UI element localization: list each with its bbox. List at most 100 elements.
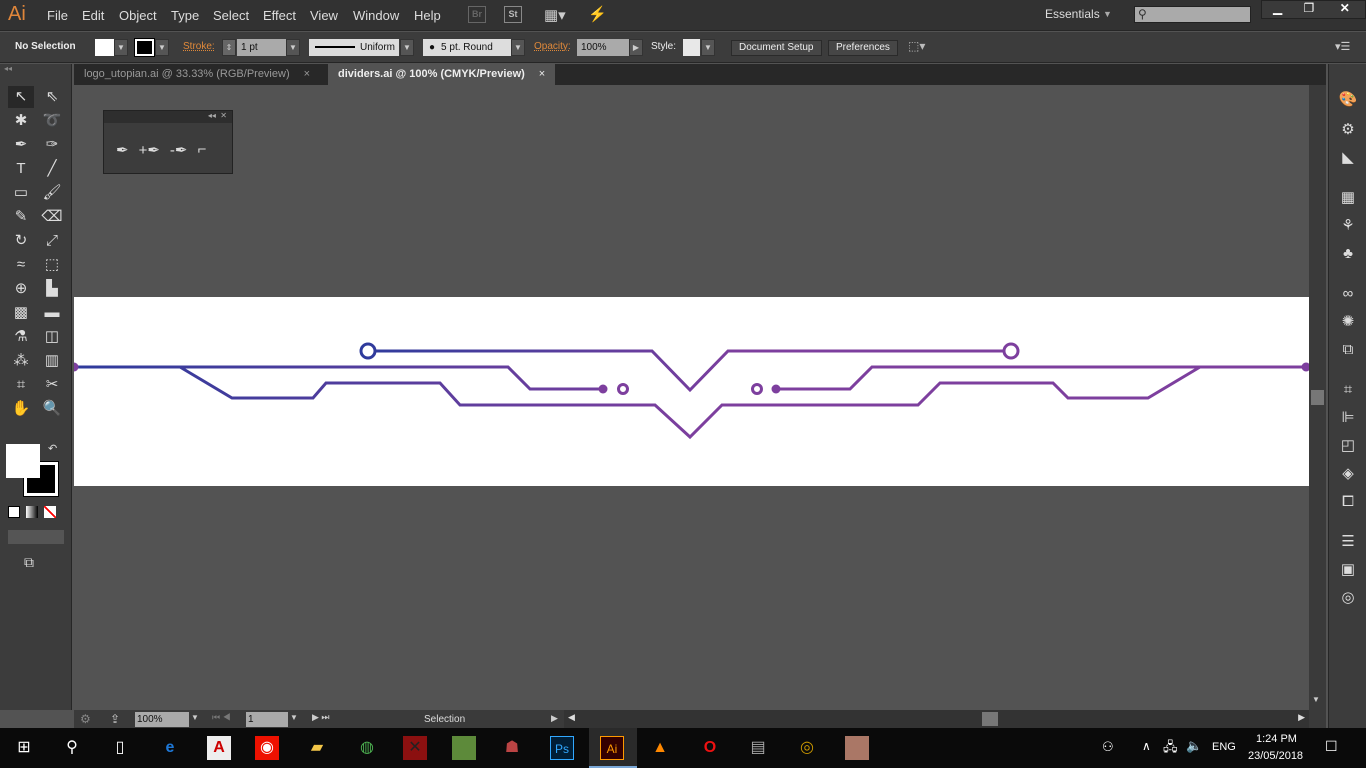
gradient-mode-icon[interactable] (26, 506, 38, 518)
clock-date[interactable]: 23/05/2018 (1248, 750, 1303, 762)
menu-file[interactable]: File (47, 8, 68, 23)
paintbrush-tool-icon[interactable]: 🖌 (39, 182, 65, 204)
start-button[interactable]: ⊞ (12, 736, 36, 760)
brush-definition[interactable]: ● 5 pt. Round (423, 39, 511, 56)
tray-chevron-icon[interactable]: ∧ (1142, 739, 1151, 753)
zoom-tool-icon[interactable]: 🔍 (39, 398, 65, 420)
transparency-icon[interactable]: ◎ (1338, 588, 1358, 608)
graph-tool-icon[interactable]: ▙ (39, 278, 65, 300)
app-icon[interactable]: ▤ (746, 736, 770, 760)
fill-dropdown[interactable]: ▼ (114, 39, 128, 56)
menu-effect[interactable]: Effect (263, 8, 296, 23)
free-transform-tool-icon[interactable]: ⬚ (39, 254, 65, 276)
pen-tool-icon[interactable]: ✒ (116, 141, 129, 159)
color-mode-icon[interactable] (8, 506, 20, 518)
artboard-number-input[interactable]: 1 (246, 712, 288, 727)
clock-time[interactable]: 1:24 PM (1256, 733, 1297, 745)
photoshop-icon[interactable]: Ps (550, 736, 574, 760)
rectangle-tool-icon[interactable]: ▭ (8, 182, 34, 204)
scroll-thumb[interactable] (1311, 390, 1324, 405)
artboard-dropdown[interactable]: ▼ (290, 713, 298, 722)
transform-icon[interactable]: ⌗ (1338, 380, 1358, 400)
first-artboard-icon[interactable]: ⏮ ◀ (212, 712, 231, 723)
hand-tool-icon[interactable]: ✋ (8, 398, 34, 420)
edge-icon[interactable]: e (158, 736, 182, 760)
restore-button[interactable]: ❐ (1293, 1, 1324, 18)
horizontal-scrollbar[interactable]: ◀ ▶ (564, 710, 1309, 728)
share-icon[interactable]: ⇪ (110, 712, 120, 726)
opacity-input[interactable]: 100% (577, 39, 629, 56)
line-tool-icon[interactable]: ╱ (39, 158, 65, 180)
scale-tool-icon[interactable]: ⤢ (39, 230, 65, 252)
blend-tool-icon[interactable]: ◫ (39, 326, 65, 348)
pencil-tool-icon[interactable]: ✎ (8, 206, 34, 228)
menu-window[interactable]: Window (353, 8, 399, 23)
gradient-tool-icon[interactable]: ▬ (39, 302, 65, 324)
flyout-header[interactable]: ◂◂ ✕ (104, 111, 232, 123)
app-icon-round[interactable]: ◎ (795, 736, 819, 760)
symbols-icon[interactable]: ♣ (1338, 244, 1358, 264)
artboard[interactable] (69, 297, 1311, 486)
symbol-sprayer-tool-icon[interactable]: ⁂ (8, 350, 34, 372)
zoom-input[interactable]: 100% (135, 712, 189, 727)
fill-color-front[interactable] (6, 444, 40, 478)
fill-swatch[interactable] (95, 39, 114, 56)
menu-select[interactable]: Select (213, 8, 249, 23)
vlc-icon[interactable]: ▲ (648, 736, 672, 760)
color-guide-icon[interactable]: ⚙ (1338, 120, 1358, 140)
bridge-button[interactable]: Br (468, 6, 486, 23)
isolate-icon[interactable]: ⬚▾ (908, 39, 925, 53)
close-tab-icon[interactable]: × (304, 68, 310, 80)
stroke-dropdown[interactable]: ▼ (155, 39, 169, 56)
delete-anchor-point-icon[interactable]: -✒ (170, 141, 188, 159)
warp-tool-icon[interactable]: ≈ (8, 254, 34, 276)
workspace-switcher[interactable]: Essentials (1045, 7, 1100, 21)
slice-tool-icon[interactable]: ✂ (39, 374, 65, 396)
file-explorer-icon[interactable]: ▰ (305, 736, 329, 760)
profile-dropdown[interactable]: ▼ (400, 39, 414, 56)
next-artboard-icon[interactable]: ▶ ⏭ (312, 712, 330, 723)
language-indicator[interactable]: ENG (1212, 741, 1236, 753)
add-anchor-point-icon[interactable]: +✒ (139, 141, 160, 159)
status-tool-label[interactable]: Selection (424, 714, 465, 725)
minimize-button[interactable]: ▁ (1262, 1, 1293, 18)
illustrator-icon[interactable]: Ai (600, 736, 624, 760)
menu-help[interactable]: Help (414, 8, 441, 23)
gradient-panel-icon[interactable]: ▣ (1338, 560, 1358, 580)
gpu-performance-icon[interactable]: ⚡ (588, 5, 607, 23)
stroke-weight-dropdown[interactable]: ▼ (286, 39, 300, 56)
menu-object[interactable]: Object (119, 8, 157, 23)
document-setup-button[interactable]: Document Setup (731, 40, 822, 56)
brush-dropdown[interactable]: ▼ (511, 39, 525, 56)
pen-tool-icon[interactable]: ✒ (8, 134, 34, 156)
type-tool-icon[interactable]: T (8, 158, 34, 180)
scroll-down-icon[interactable]: ▼ (1312, 695, 1320, 704)
layers-icon[interactable]: ◈ (1338, 464, 1358, 484)
vertical-scrollbar[interactable]: ▼ (1309, 85, 1326, 710)
variable-width-profile[interactable]: Uniform (309, 39, 399, 56)
draw-modes-icon[interactable] (8, 530, 64, 544)
eraser-tool-icon[interactable]: ⌫ (39, 206, 65, 228)
media-app-icon[interactable]: ◉ (255, 736, 279, 760)
eyedropper-tool-icon[interactable]: ⚗ (8, 326, 34, 348)
preferences-button[interactable]: Preferences (828, 40, 898, 56)
style-swatch[interactable] (683, 39, 700, 56)
dota2-icon[interactable]: ✕ (403, 736, 427, 760)
brushes-icon[interactable]: ⚘ (1338, 216, 1358, 236)
scroll-left-icon[interactable]: ◀ (568, 712, 575, 723)
pathfinder-icon[interactable]: ◰ (1338, 436, 1358, 456)
opera-icon[interactable]: O (698, 736, 722, 760)
close-tab-icon[interactable]: × (539, 68, 545, 80)
cc-libraries-icon[interactable]: ∞ (1338, 284, 1358, 304)
shape-builder-tool-icon[interactable]: ⊕ (8, 278, 34, 300)
artboard-tool-icon[interactable]: ⌗ (8, 374, 34, 396)
none-mode-icon[interactable] (44, 506, 56, 518)
lasso-tool-icon[interactable]: ➰ (39, 110, 65, 132)
mesh-tool-icon[interactable]: ▩ (8, 302, 34, 324)
menu-view[interactable]: View (310, 8, 338, 23)
close-button[interactable]: ✕ (1324, 1, 1365, 18)
scroll-right-icon[interactable]: ▶ (1298, 712, 1305, 723)
artboards-icon[interactable]: ⧠ (1338, 492, 1358, 512)
stroke-swatch[interactable] (134, 38, 155, 57)
stroke-stepper[interactable]: ⇕ (222, 39, 236, 56)
